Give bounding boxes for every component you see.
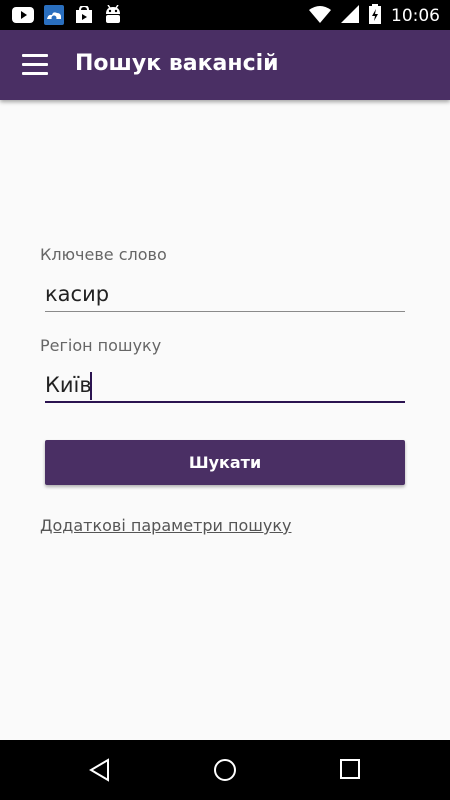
region-input[interactable] (45, 367, 405, 403)
notification-icons (12, 4, 122, 29)
advanced-search-link[interactable]: Додаткові параметри пошуку (40, 516, 291, 535)
clock: 10:06 (391, 6, 440, 26)
battery-charging-icon (369, 4, 381, 28)
keyword-input[interactable] (45, 276, 405, 312)
hamburger-menu-icon[interactable] (22, 54, 48, 76)
back-icon[interactable] (88, 758, 112, 786)
play-store-icon (74, 4, 94, 28)
home-icon[interactable] (213, 758, 237, 786)
recents-icon[interactable] (339, 758, 361, 784)
region-underline (45, 401, 405, 403)
status-bar: 10:06 (0, 0, 450, 30)
navigation-bar (0, 740, 450, 800)
page-title: Пошук вакансій (75, 51, 279, 76)
search-button[interactable]: Шукати (45, 440, 405, 485)
text-cursor (90, 372, 92, 400)
cloud-gear-icon (44, 5, 64, 29)
region-label: Регіон пошуку (40, 336, 162, 355)
keyword-underline (45, 311, 405, 312)
youtube-icon (12, 7, 34, 27)
system-status-icons: 10:06 (309, 4, 440, 28)
app-bar: Пошук вакансій (0, 30, 450, 100)
signal-icon (341, 5, 359, 27)
keyword-label: Ключеве слово (40, 245, 167, 264)
android-icon (104, 4, 122, 29)
wifi-icon (309, 5, 331, 27)
